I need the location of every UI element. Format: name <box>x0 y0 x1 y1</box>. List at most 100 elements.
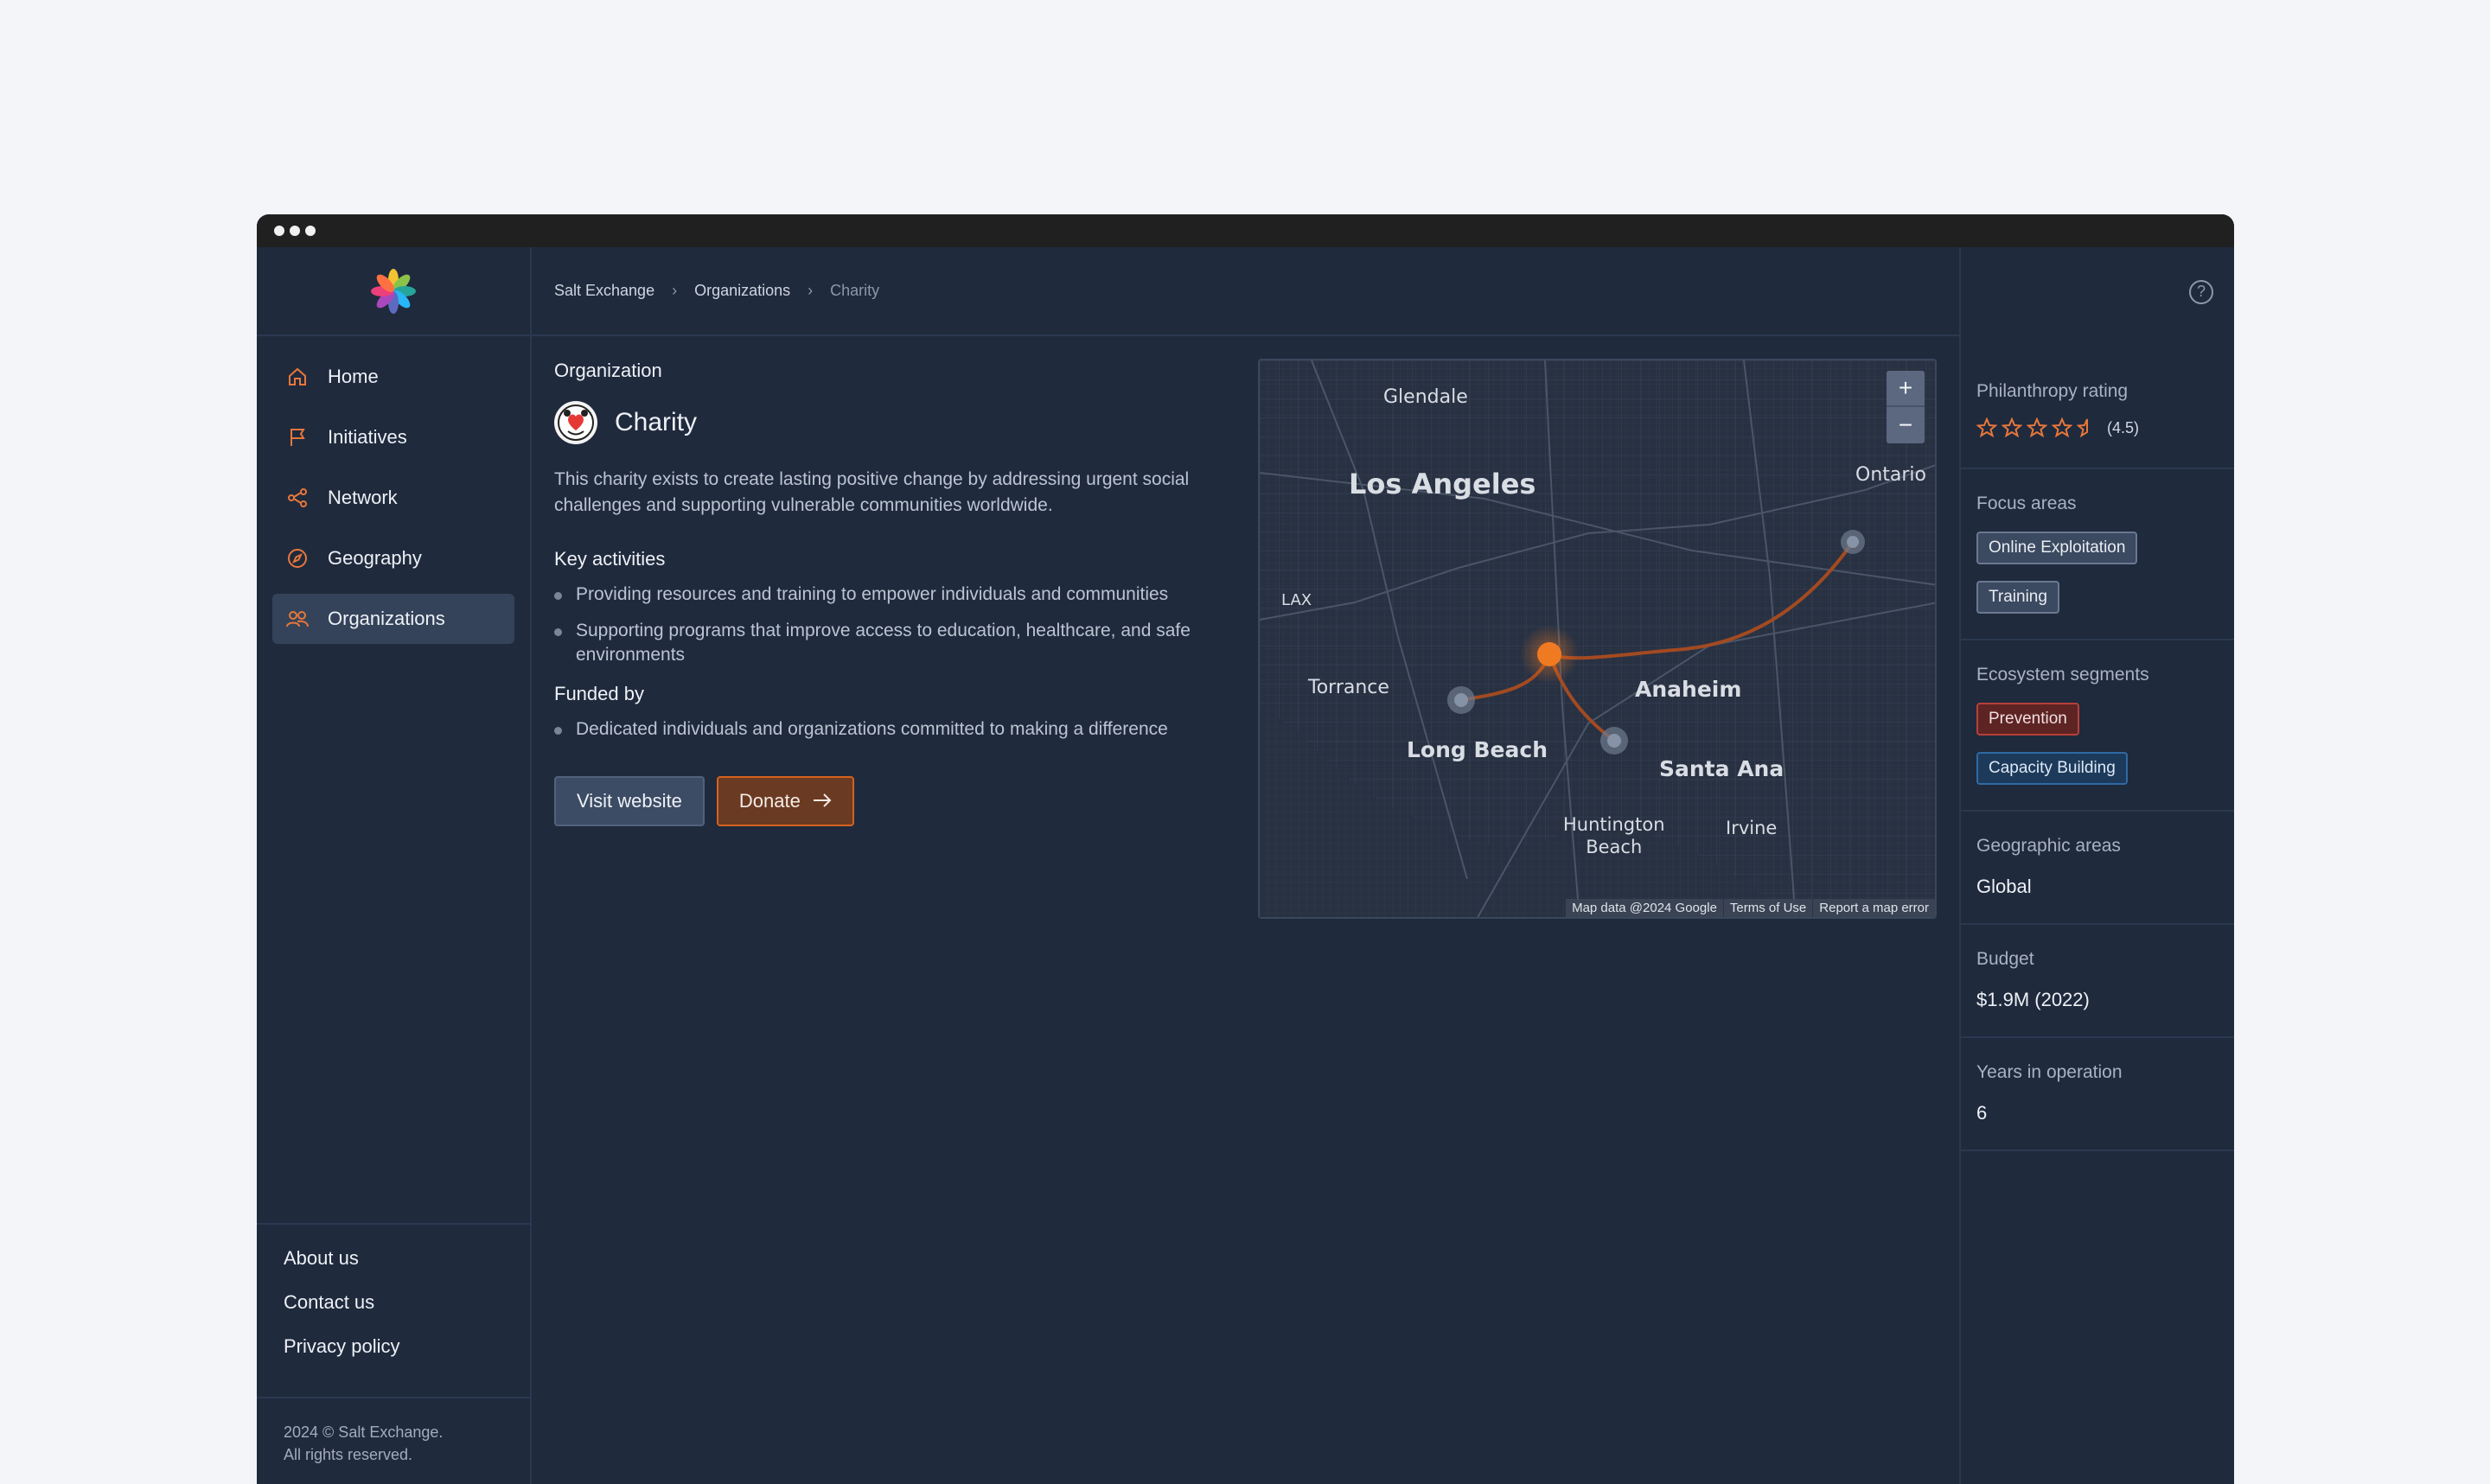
copyright-line: All rights reserved. <box>284 1446 413 1463</box>
map-label-huntington-beach: Huntington Beach <box>1563 814 1665 857</box>
chevron-right-icon: › <box>672 282 678 299</box>
breadcrumb-item-salt-exchange[interactable]: Salt Exchange <box>554 282 654 300</box>
map-label-irvine: Irvine <box>1726 818 1778 838</box>
org-description: This charity exists to create lasting po… <box>554 469 1190 515</box>
visit-website-button[interactable]: Visit website <box>554 776 705 826</box>
star-icon <box>2052 417 2072 438</box>
breadcrumb: Salt Exchange › Organizations › Charity <box>532 247 1959 336</box>
map-label-lax: LAX <box>1281 591 1312 609</box>
window-dot[interactable] <box>274 226 284 236</box>
focus-tag[interactable]: Online Exploitation <box>1976 532 2138 564</box>
details-panel-header: ? <box>1961 247 2234 336</box>
pinwheel-logo-icon <box>371 268 416 314</box>
sidebar: Home Initiatives Network Geography Organ… <box>257 247 532 1484</box>
org-name: Charity <box>615 408 698 436</box>
focus-tag[interactable]: Training <box>1976 581 2059 614</box>
copyright: 2024 © Salt Exchange. All rights reserve… <box>257 1397 530 1466</box>
map-widget[interactable]: Glendale Los Angeles Ontario LAX Torranc… <box>1258 359 1937 919</box>
app-window: Home Initiatives Network Geography Organ… <box>257 214 2234 1484</box>
flag-icon <box>284 424 310 450</box>
map-label-torrance: Torrance <box>1308 677 1389 698</box>
ecosystem-segments-section: Ecosystem segments Prevention Capacity B… <box>1961 640 2234 812</box>
years-section: Years in operation 6 <box>1961 1038 2234 1151</box>
section-label: Organization <box>554 360 662 381</box>
map-label-long-beach: Long Beach <box>1407 737 1548 762</box>
sidebar-item-initiatives[interactable]: Initiatives <box>272 412 514 462</box>
years-value: 6 <box>1976 1102 1988 1124</box>
sidebar-item-label: Initiatives <box>328 426 407 448</box>
rating-section: Philanthropy rating (4.5) <box>1961 336 2234 469</box>
segment-tags: Capacity Building <box>1976 752 2219 785</box>
share-icon <box>284 485 310 511</box>
map-label-los-angeles: Los Angeles <box>1349 468 1536 500</box>
sidebar-item-network[interactable]: Network <box>272 473 514 523</box>
focus-areas-label: Focus areas <box>1976 494 2077 513</box>
map-label-santa-ana: Santa Ana <box>1659 756 1784 781</box>
window-titlebar <box>257 214 2234 247</box>
footer-links: About us Contact us Privacy policy <box>257 1223 530 1379</box>
half-star-icon <box>2077 418 2088 438</box>
years-label: Years in operation <box>1976 1062 2123 1082</box>
funded-by-title: Funded by <box>554 683 644 704</box>
focus-tags: Training <box>1976 581 2219 614</box>
privacy-policy-link[interactable]: Privacy policy <box>284 1335 530 1379</box>
visit-website-label: Visit website <box>577 790 682 812</box>
map-zoom-controls: + − <box>1887 371 1925 443</box>
window-dot[interactable] <box>305 226 316 236</box>
terms-of-use-link[interactable]: Terms of Use <box>1722 899 1812 917</box>
geographic-areas-label: Geographic areas <box>1976 836 2121 856</box>
donate-label: Donate <box>738 790 801 812</box>
rating-label: Philanthropy rating <box>1976 381 2129 401</box>
sidebar-item-organizations[interactable]: Organizations <box>272 594 514 644</box>
budget-value: $1.9M (2022) <box>1976 989 2090 1010</box>
rating-value: (4.5) <box>2107 418 2140 436</box>
chevron-right-icon: › <box>808 282 814 299</box>
map-attribution: Map data @2024 Google Terms of Use Repor… <box>1565 899 1935 917</box>
about-us-link[interactable]: About us <box>284 1247 530 1291</box>
key-activities-list: Providing resources and training to empo… <box>554 583 1211 667</box>
map-label-glendale: Glendale <box>1383 386 1468 408</box>
people-icon <box>284 606 310 632</box>
sidebar-nav: Home Initiatives Network Geography Organ… <box>257 336 530 644</box>
funded-by-list: Dedicated individuals and organizations … <box>554 717 1211 742</box>
zoom-out-button[interactable]: − <box>1887 407 1925 443</box>
segment-tag[interactable]: Prevention <box>1976 703 2079 736</box>
copyright-line: 2024 © Salt Exchange. <box>284 1423 444 1441</box>
budget-label: Budget <box>1976 949 2034 969</box>
donate-button[interactable]: Donate <box>716 776 854 826</box>
contact-us-link[interactable]: Contact us <box>284 1291 530 1335</box>
sidebar-item-label: Organizations <box>328 608 445 629</box>
arrow-right-icon <box>813 790 832 812</box>
map-label-anaheim: Anaheim <box>1635 677 1742 702</box>
window-dot[interactable] <box>290 226 300 236</box>
focus-areas-section: Focus areas Online Exploitation Training <box>1961 469 2234 640</box>
org-header: Charity <box>554 401 1211 444</box>
segment-tag[interactable]: Capacity Building <box>1976 752 2128 785</box>
geographic-areas-section: Geographic areas Global <box>1961 812 2234 925</box>
ecosystem-segments-label: Ecosystem segments <box>1976 665 2149 685</box>
sidebar-item-label: Network <box>328 487 398 508</box>
help-icon[interactable]: ? <box>2189 279 2213 304</box>
map-data-credit: Map data @2024 Google <box>1565 899 1723 917</box>
breadcrumb-item-organizations[interactable]: Organizations <box>694 282 790 300</box>
sidebar-item-geography[interactable]: Geography <box>272 533 514 583</box>
logo[interactable] <box>257 247 530 336</box>
list-item: Providing resources and training to empo… <box>554 583 1211 607</box>
action-buttons: Visit website Donate <box>554 776 1211 826</box>
sidebar-item-home[interactable]: Home <box>272 352 514 402</box>
report-map-error-link[interactable]: Report a map error <box>1812 899 1935 917</box>
star-icon <box>2002 417 2022 438</box>
list-item: Supporting programs that improve access … <box>554 619 1211 667</box>
sidebar-item-label: Home <box>328 366 379 387</box>
heart-dog-icon <box>558 404 594 441</box>
budget-section: Budget $1.9M (2022) <box>1961 925 2234 1038</box>
list-item: Dedicated individuals and organizations … <box>554 717 1211 742</box>
org-avatar <box>554 401 597 444</box>
geographic-areas-value: Global <box>1976 876 2032 897</box>
main-content: Salt Exchange › Organizations › Charity … <box>532 247 1959 1484</box>
zoom-in-button[interactable]: + <box>1887 371 1925 407</box>
sidebar-item-label: Geography <box>328 547 422 569</box>
compass-icon <box>284 545 310 571</box>
home-icon <box>284 364 310 390</box>
star-icon <box>2027 417 2047 438</box>
